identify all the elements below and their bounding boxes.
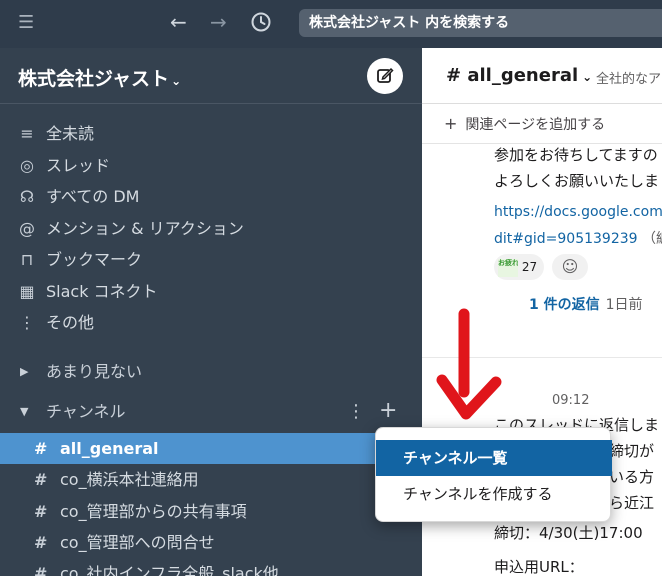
- caret-right-icon: ▶: [20, 365, 29, 378]
- sidebar-item-unreads[interactable]: ≡ 全未読: [0, 118, 422, 150]
- section-label: あまり見ない: [46, 362, 143, 381]
- workspace-name-button[interactable]: 株式会社ジャスト ⌄: [18, 64, 181, 91]
- sidebar-item-more[interactable]: ⋮ その他: [0, 307, 422, 339]
- more-icon: ⋮: [19, 313, 35, 332]
- red-arrow-annotation: [436, 308, 502, 420]
- add-bookmark-label: 関連ページを追加する: [465, 117, 606, 133]
- sidebar-item-label: すべての DM: [46, 187, 140, 206]
- sidebar-item-label: スレッド: [46, 155, 111, 175]
- hamburger-menu-icon[interactable]: ☰: [18, 14, 34, 32]
- top-bar: ☰ ← → 株式会社ジャスト 内を検索する: [0, 0, 662, 48]
- smiley-plus-icon: ☺: [561, 257, 579, 276]
- sidebar-item-slack-connect[interactable]: ▦ Slack コネクト: [0, 276, 422, 308]
- channel-title: # all_general: [446, 65, 579, 86]
- channel-list: # all_general # co_横浜本社連絡用 # co_管理部からの共有…: [0, 433, 422, 576]
- back-arrow-icon[interactable]: ←: [170, 12, 187, 32]
- link-suffix: （編: [642, 231, 662, 247]
- mention-icon: @: [19, 218, 35, 238]
- compose-button[interactable]: [367, 58, 403, 94]
- sidebar-item-all-dms[interactable]: ☊ すべての DM: [0, 181, 422, 213]
- section-label: チャンネル: [46, 402, 126, 421]
- caret-down-icon: ▼: [20, 405, 29, 418]
- workspace-header: 株式会社ジャスト ⌄: [0, 48, 422, 104]
- sidebar-item-channel[interactable]: # co_横浜本社連絡用: [0, 464, 422, 495]
- add-bookmark-button[interactable]: + 関連ページを追加する: [422, 104, 662, 144]
- history-clock-icon[interactable]: [250, 11, 272, 33]
- bookmark-icon: ⊓: [20, 250, 34, 269]
- forward-arrow-icon[interactable]: →: [210, 12, 227, 32]
- message-time: 09:12: [552, 393, 590, 408]
- doc-link[interactable]: dit#gid=905139239 （編: [494, 228, 662, 248]
- section-channels[interactable]: ▼ チャンネル ⋮ +: [0, 397, 422, 427]
- sidebar-item-mentions[interactable]: @ メンション & リアクション: [0, 213, 422, 245]
- thread-icon: ◎: [20, 155, 34, 175]
- message-text: よろしくお願いいたしま: [494, 172, 660, 190]
- sidebar-item-label: Slack コネクト: [46, 281, 158, 301]
- channel-label: co_社内インフラ全般_slack他: [60, 564, 279, 576]
- hash-icon: #: [34, 564, 48, 576]
- sidebar-nav: ≡ 全未読 ◎ スレッド ☊ すべての DM @ メンション & リアクション …: [0, 118, 422, 339]
- list-icon: ≡: [20, 124, 34, 143]
- channel-label: co_横浜本社連絡用: [60, 470, 199, 490]
- workspace-name: 株式会社ジャスト: [18, 68, 170, 90]
- otsukaresama-emoji-icon: お疲れ様です: [498, 258, 518, 277]
- section-infrequent[interactable]: ▶ あまり見ない: [0, 357, 422, 387]
- dm-icon: ☊: [19, 187, 35, 206]
- sidebar-item-threads[interactable]: ◎ スレッド: [0, 150, 422, 182]
- sidebar-item-label: その他: [46, 313, 95, 332]
- add-channel-icon[interactable]: +: [379, 396, 397, 426]
- sidebar-item-channel[interactable]: # co_管理部からの共有事項: [0, 496, 422, 527]
- reply-time: 1日前: [605, 297, 643, 313]
- sidebar-item-channel[interactable]: # co_管理部への問合せ: [0, 527, 422, 558]
- channel-section-menu: チャンネル一覧 チャンネルを作成する: [375, 427, 612, 522]
- apply-url-label: 申込用URL：: [494, 558, 584, 576]
- plus-icon: +: [444, 114, 458, 133]
- chevron-down-icon: ⌄: [582, 70, 593, 84]
- hash-icon: #: [34, 532, 48, 552]
- channel-header: # all_general ⌄ 全社的なア: [422, 48, 662, 104]
- sidebar-item-channel[interactable]: # co_社内インフラ全般_slack他: [0, 558, 422, 576]
- hash-icon: #: [34, 501, 48, 521]
- add-reaction-button[interactable]: ☺: [552, 254, 588, 280]
- channel-label: all_general: [60, 439, 159, 458]
- doc-link[interactable]: https://docs.google.com/: [494, 204, 662, 220]
- message-text: 参加をお待ちしてますの: [494, 146, 658, 164]
- hash-icon: #: [34, 439, 48, 458]
- doc-link-text: dit#gid=905139239: [494, 231, 638, 247]
- sidebar: 株式会社ジャスト ⌄ ≡ 全未読 ◎ スレッド ☊ すべての DM @ メンション…: [0, 48, 422, 576]
- channel-label: co_管理部への問合せ: [60, 532, 215, 552]
- thread-replies-link[interactable]: 1 件の返信 1日前: [529, 294, 643, 314]
- browse-channels-menu-item[interactable]: チャンネル一覧: [376, 440, 612, 476]
- sidebar-item-bookmarks[interactable]: ⊓ ブックマーク: [0, 244, 422, 276]
- sidebar-item-label: ブックマーク: [46, 250, 143, 269]
- deadline-text: 締切：4/30(土)17:00: [494, 524, 643, 542]
- reaction-pill[interactable]: お疲れ様です 27: [494, 254, 544, 280]
- create-channel-menu-item[interactable]: チャンネルを作成する: [376, 476, 612, 512]
- reaction-count: 27: [521, 260, 538, 274]
- chevron-down-icon: ⌄: [171, 74, 182, 88]
- reply-count: 1 件の返信: [529, 297, 600, 313]
- channel-topic: 全社的なア: [596, 72, 662, 87]
- hash-icon: #: [34, 470, 48, 490]
- search-input[interactable]: 株式会社ジャスト 内を検索する: [299, 9, 662, 37]
- sidebar-item-all-general[interactable]: # all_general: [0, 433, 422, 465]
- building-icon: ▦: [19, 281, 35, 301]
- section-options-icon[interactable]: ⋮: [347, 397, 365, 427]
- sidebar-item-label: 全未読: [46, 124, 95, 143]
- channel-title-button[interactable]: # all_general ⌄: [446, 65, 592, 86]
- sidebar-item-label: メンション & リアクション: [46, 218, 244, 238]
- compose-icon: [377, 67, 394, 83]
- channel-label: co_管理部からの共有事項: [60, 501, 247, 521]
